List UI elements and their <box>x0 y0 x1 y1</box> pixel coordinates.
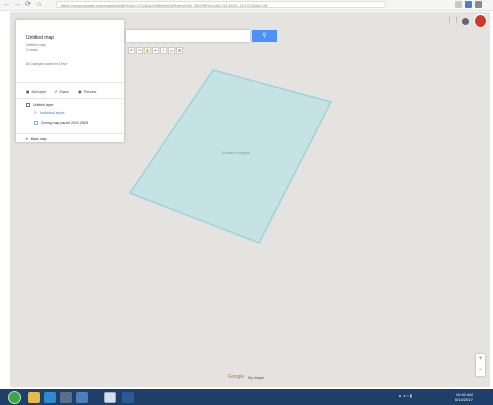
layer-style-link[interactable]: ✎ Individual styles <box>34 111 65 115</box>
notifications-icon[interactable] <box>462 18 469 25</box>
hand-tool-button[interactable]: ✋ <box>144 47 151 54</box>
share-icon: ⇗ <box>54 89 58 94</box>
apps-grid-icon[interactable]: ⋮⋮ <box>446 16 460 24</box>
extension-icon[interactable] <box>465 1 472 8</box>
explorer-icon[interactable] <box>28 392 40 403</box>
search-button[interactable]: ⚲ <box>252 30 277 42</box>
clock[interactable]: 10:42 AM 6/14/2017 <box>455 392 473 402</box>
map-canvas[interactable]: Untitled polygon Untitled map ⋮ Untitled… <box>10 12 490 387</box>
layer-header[interactable]: Untitled layer <box>26 103 53 107</box>
measure-button[interactable]: ⊞ <box>176 47 183 54</box>
base-map-row[interactable]: ▾ Base map <box>26 137 47 141</box>
map-title[interactable]: Untitled map <box>26 35 54 41</box>
preview-label: Preview <box>83 89 97 94</box>
map-credit: My Maps <box>248 375 265 380</box>
account-avatar[interactable] <box>474 14 487 28</box>
map-legend-panel: Untitled map ⋮ Untitled map 0 views All … <box>16 20 124 142</box>
polygon-label: Untitled polygon <box>222 150 251 155</box>
map-views: 0 views <box>26 48 38 52</box>
add-layer-icon: ◼ <box>26 89 30 94</box>
undo-button[interactable]: ↶ <box>128 47 135 54</box>
divider <box>16 82 124 83</box>
add-marker-button[interactable]: ⌖ <box>152 47 159 54</box>
chrome-icon[interactable] <box>104 392 116 403</box>
paint-icon: ✎ <box>34 111 37 115</box>
media-icon[interactable] <box>60 392 72 403</box>
preview-button[interactable]: ▣ Preview <box>78 89 96 94</box>
divider <box>16 133 124 134</box>
add-layer-label: Add layer <box>31 89 47 94</box>
ie-icon[interactable] <box>44 392 56 403</box>
menu-icon[interactable] <box>475 1 482 8</box>
clock-date: 6/14/2017 <box>455 397 473 402</box>
forward-button[interactable]: → <box>13 1 21 9</box>
search-input[interactable] <box>126 30 250 42</box>
map-description: Untitled map <box>26 43 46 47</box>
browser-toolbar: ← → ⟳ ⌂ https://www.google.com/maps/d/ed… <box>0 0 493 11</box>
zoom-in-button[interactable]: + <box>476 354 485 365</box>
more-options-icon[interactable]: ⋮ <box>119 36 124 42</box>
address-bar[interactable]: https://www.google.com/maps/d/edit?mid=1… <box>56 1 386 8</box>
feature-label: Zoning map parcel 2024 ZN05 <box>41 121 89 125</box>
directions-button[interactable]: ▭ <box>168 47 175 54</box>
layer-name: Untitled layer <box>33 103 54 107</box>
zoom-out-button[interactable]: − <box>476 365 485 376</box>
taskbar: ▲ ◂ ⌂ ▮ 10:42 AM 6/14/2017 <box>0 389 493 405</box>
share-label: Share <box>59 89 69 94</box>
back-button[interactable]: ← <box>3 1 11 9</box>
parcel-polygon[interactable] <box>128 69 333 244</box>
drawing-toolbar: ↶ ↷ ✋ ⌖ ⌇ ▭ ⊞ <box>128 47 183 54</box>
layer-checkbox[interactable] <box>26 103 30 107</box>
home-button[interactable]: ⌂ <box>35 1 43 9</box>
chevron-down-icon: ▾ <box>26 137 28 141</box>
preview-icon: ▣ <box>78 89 82 94</box>
start-button[interactable] <box>8 391 21 404</box>
draw-line-button[interactable]: ⌇ <box>160 47 167 54</box>
reload-button[interactable]: ⟳ <box>24 1 32 9</box>
extension-icon[interactable] <box>455 1 462 8</box>
share-button[interactable]: ⇗ Share <box>54 89 69 94</box>
layer-options-icon[interactable]: ⋮ <box>119 103 124 109</box>
layer-feature-item[interactable]: Zoning map parcel 2024 ZN05 <box>34 121 88 125</box>
redo-button[interactable]: ↷ <box>136 47 143 54</box>
google-logo: Google <box>228 374 245 380</box>
add-layer-button[interactable]: ◼ Add layer <box>26 89 46 94</box>
divider <box>16 98 124 99</box>
system-tray[interactable]: ▲ ◂ ⌂ ▮ <box>398 393 412 398</box>
polygon-icon <box>34 121 38 125</box>
search-icon: ⚲ <box>262 33 267 39</box>
layer-style-label: Individual styles <box>39 111 65 115</box>
app-icon[interactable] <box>76 392 88 403</box>
app-icon[interactable] <box>122 392 134 403</box>
save-status: All changes saved in Drive <box>26 62 68 66</box>
base-map-label: Base map <box>30 137 47 141</box>
zoom-controls: + − <box>476 354 485 376</box>
